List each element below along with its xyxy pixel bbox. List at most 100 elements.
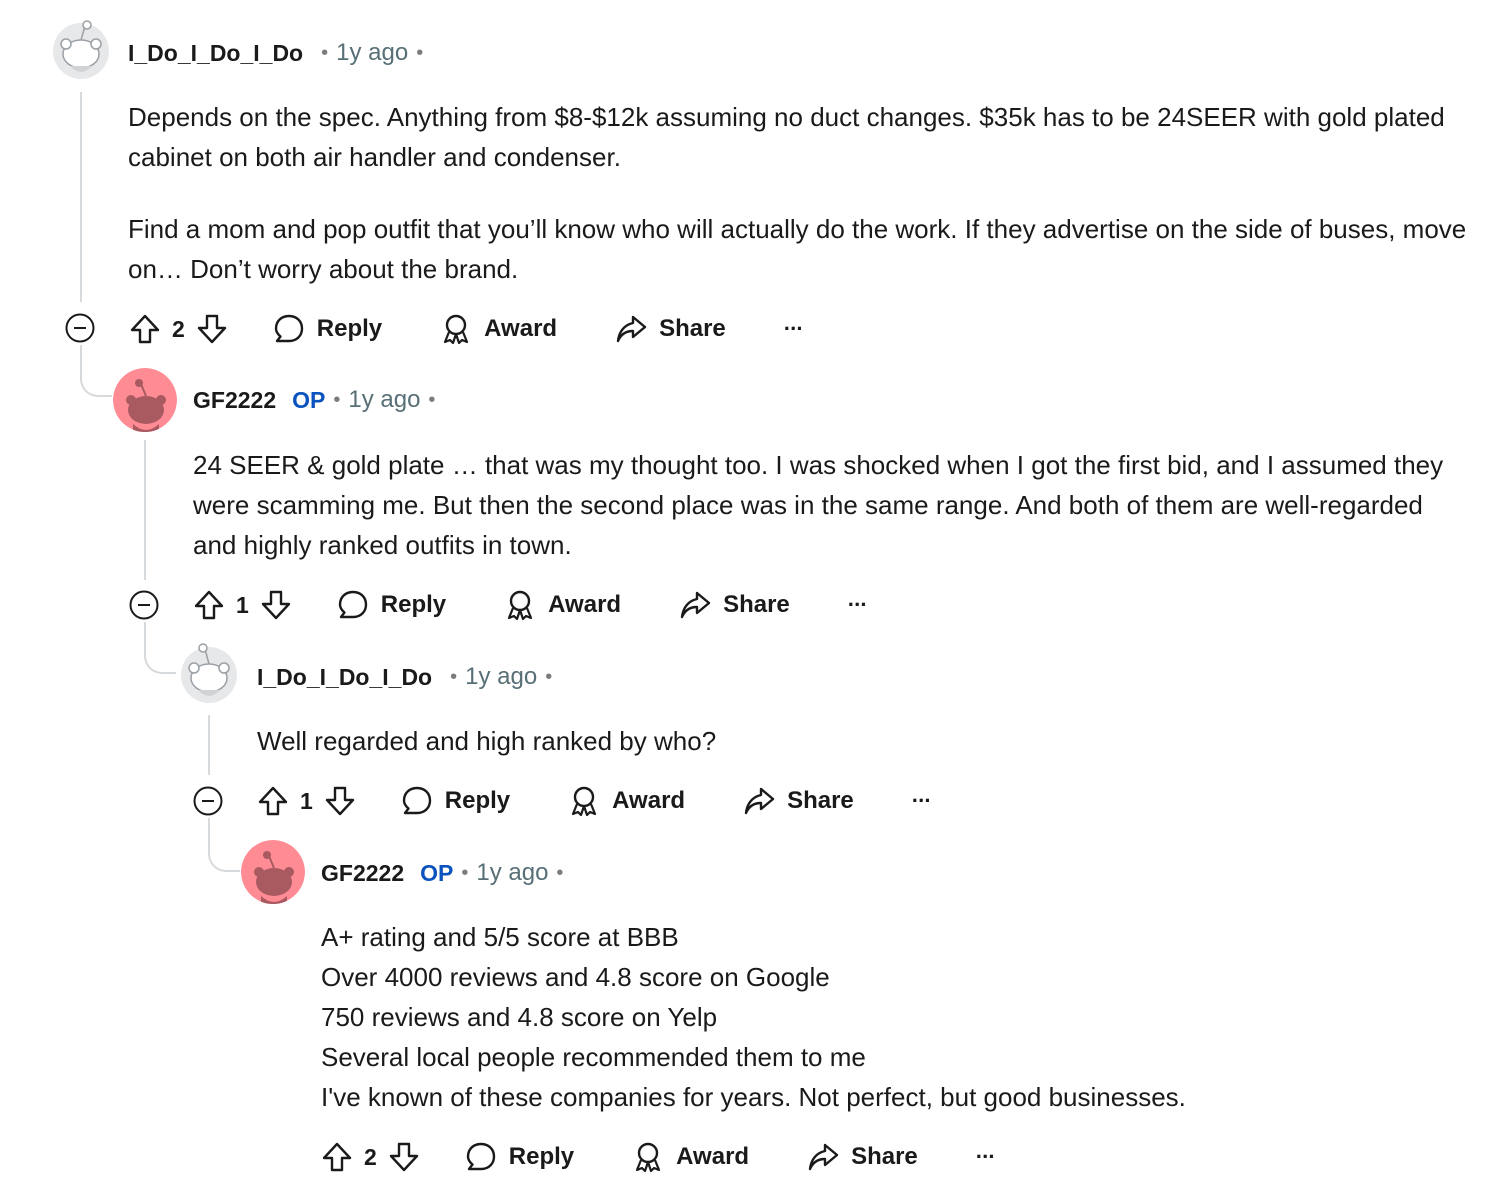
share-arrow-icon [616, 315, 647, 343]
comment-body: A+ rating and 5/5 score at BBB Over 4000… [321, 917, 1471, 1117]
comment-line: 750 reviews and 4.8 score on Yelp [321, 1002, 718, 1032]
upvote-arrow-icon [322, 1142, 352, 1172]
snoo-grey-avatar-icon[interactable] [180, 640, 238, 704]
award-ribbon-icon [572, 786, 597, 817]
separator: • [556, 861, 564, 884]
thread-connector [144, 622, 176, 674]
collapse-thread-icon[interactable] [65, 313, 95, 343]
upvote-button[interactable] [320, 1140, 354, 1174]
share-arrow-icon [744, 787, 775, 815]
op-badge: OP [420, 859, 454, 886]
username[interactable]: GF2222 [193, 387, 276, 414]
thread-line [144, 440, 146, 580]
comment-meta: I_Do_I_Do_I_Do • 1y ago • [128, 37, 431, 69]
comment-paragraph: 24 SEER & gold plate … that was my thoug… [193, 450, 1444, 560]
award-button[interactable]: Award [440, 313, 557, 345]
upvote-button[interactable] [128, 312, 162, 346]
share-label: Share [659, 315, 726, 342]
comment-body: Well regarded and high ranked by who? [257, 721, 1457, 761]
comment-paragraph: Find a mom and pop outfit that you’ll kn… [128, 214, 1467, 284]
reply-button[interactable]: Reply [337, 589, 446, 621]
share-label: Share [723, 591, 790, 618]
op-badge: OP [292, 386, 326, 413]
share-arrow-icon [680, 591, 711, 619]
comment-meta: GF2222 OP • 1y ago • [193, 384, 443, 416]
snoo-pink-avatar-icon[interactable] [241, 840, 305, 904]
vote-count: 2 [172, 315, 185, 342]
upvote-arrow-icon [130, 314, 160, 344]
upvote-button[interactable] [192, 588, 226, 622]
snoo-pink-avatar-icon[interactable] [113, 368, 177, 432]
username[interactable]: I_Do_I_Do_I_Do [257, 664, 432, 691]
comment-line: A+ rating and 5/5 score at BBB [321, 922, 679, 952]
vote-count: 2 [364, 1143, 377, 1170]
comment-paragraph: Well regarded and high ranked by who? [257, 726, 717, 756]
award-label: Award [612, 787, 686, 814]
award-ribbon-icon [444, 314, 469, 345]
share-arrow-icon [808, 1143, 839, 1171]
comment-actions: 2 Reply Award Share ··· [320, 1137, 996, 1177]
downvote-arrow-icon [261, 590, 290, 620]
share-button[interactable]: Share [615, 313, 726, 345]
reply-bubble-icon [466, 1142, 495, 1171]
award-button[interactable]: Award [632, 1141, 749, 1173]
reply-label: Reply [508, 1143, 575, 1170]
separator: • [416, 41, 424, 64]
snoo-grey-avatar-icon[interactable] [52, 18, 110, 80]
award-ribbon-icon [508, 590, 533, 621]
separator: • [461, 861, 469, 884]
award-button[interactable]: Award [504, 589, 621, 621]
award-ribbon-icon [636, 1142, 661, 1173]
downvote-button[interactable] [259, 588, 293, 622]
reply-label: Reply [444, 787, 511, 814]
downvote-arrow-icon [389, 1142, 418, 1172]
timestamp[interactable]: 1y ago [348, 386, 420, 414]
thread-line [80, 92, 82, 302]
separator: • [333, 388, 341, 411]
more-options-button[interactable]: ··· [976, 1144, 996, 1170]
thread-connector [80, 345, 112, 397]
comment-meta: I_Do_I_Do_I_Do • 1y ago • [257, 661, 560, 693]
comment-line: Over 4000 reviews and 4.8 score on Googl… [321, 962, 830, 992]
collapse-thread-icon[interactable] [193, 786, 223, 816]
username[interactable]: GF2222 [321, 860, 404, 887]
share-button[interactable]: Share [679, 589, 790, 621]
award-label: Award [676, 1143, 750, 1170]
reply-bubble-icon [274, 314, 303, 343]
more-options-button[interactable]: ··· [912, 788, 932, 814]
upvote-arrow-icon [194, 590, 224, 620]
collapse-thread-icon[interactable] [129, 590, 159, 620]
separator: • [450, 665, 458, 688]
comment-body: Depends on the spec. Anything from $8-$1… [128, 97, 1478, 289]
timestamp[interactable]: 1y ago [336, 39, 408, 67]
upvote-button[interactable] [256, 784, 290, 818]
comment-meta: GF2222 OP • 1y ago • [321, 857, 571, 889]
award-button[interactable]: Award [568, 785, 685, 817]
downvote-button[interactable] [323, 784, 357, 818]
reply-button[interactable]: Reply [273, 313, 382, 345]
comment-paragraph: Depends on the spec. Anything from $8-$1… [128, 102, 1445, 172]
reply-button[interactable]: Reply [465, 1141, 574, 1173]
separator: • [321, 41, 329, 64]
downvote-button[interactable] [387, 1140, 421, 1174]
timestamp[interactable]: 1y ago [476, 859, 548, 887]
thread-connector [208, 818, 240, 872]
upvote-arrow-icon [258, 786, 288, 816]
thread-line [208, 715, 210, 775]
more-options-button[interactable]: ··· [784, 316, 804, 342]
vote-count: 1 [236, 591, 249, 618]
more-options-button[interactable]: ··· [848, 592, 868, 618]
comment-body: 24 SEER & gold plate … that was my thoug… [193, 445, 1468, 565]
share-button[interactable]: Share [807, 1141, 918, 1173]
share-label: Share [851, 1143, 918, 1170]
separator: • [428, 388, 436, 411]
downvote-button[interactable] [195, 312, 229, 346]
comment-line: I've known of these companies for years.… [321, 1082, 1186, 1112]
timestamp[interactable]: 1y ago [465, 663, 537, 691]
username[interactable]: I_Do_I_Do_I_Do [128, 40, 303, 67]
share-label: Share [787, 787, 854, 814]
reply-bubble-icon [338, 590, 367, 619]
share-button[interactable]: Share [743, 785, 854, 817]
comment-actions: 1 Reply Award Share ··· [256, 781, 932, 821]
reply-button[interactable]: Reply [401, 785, 510, 817]
